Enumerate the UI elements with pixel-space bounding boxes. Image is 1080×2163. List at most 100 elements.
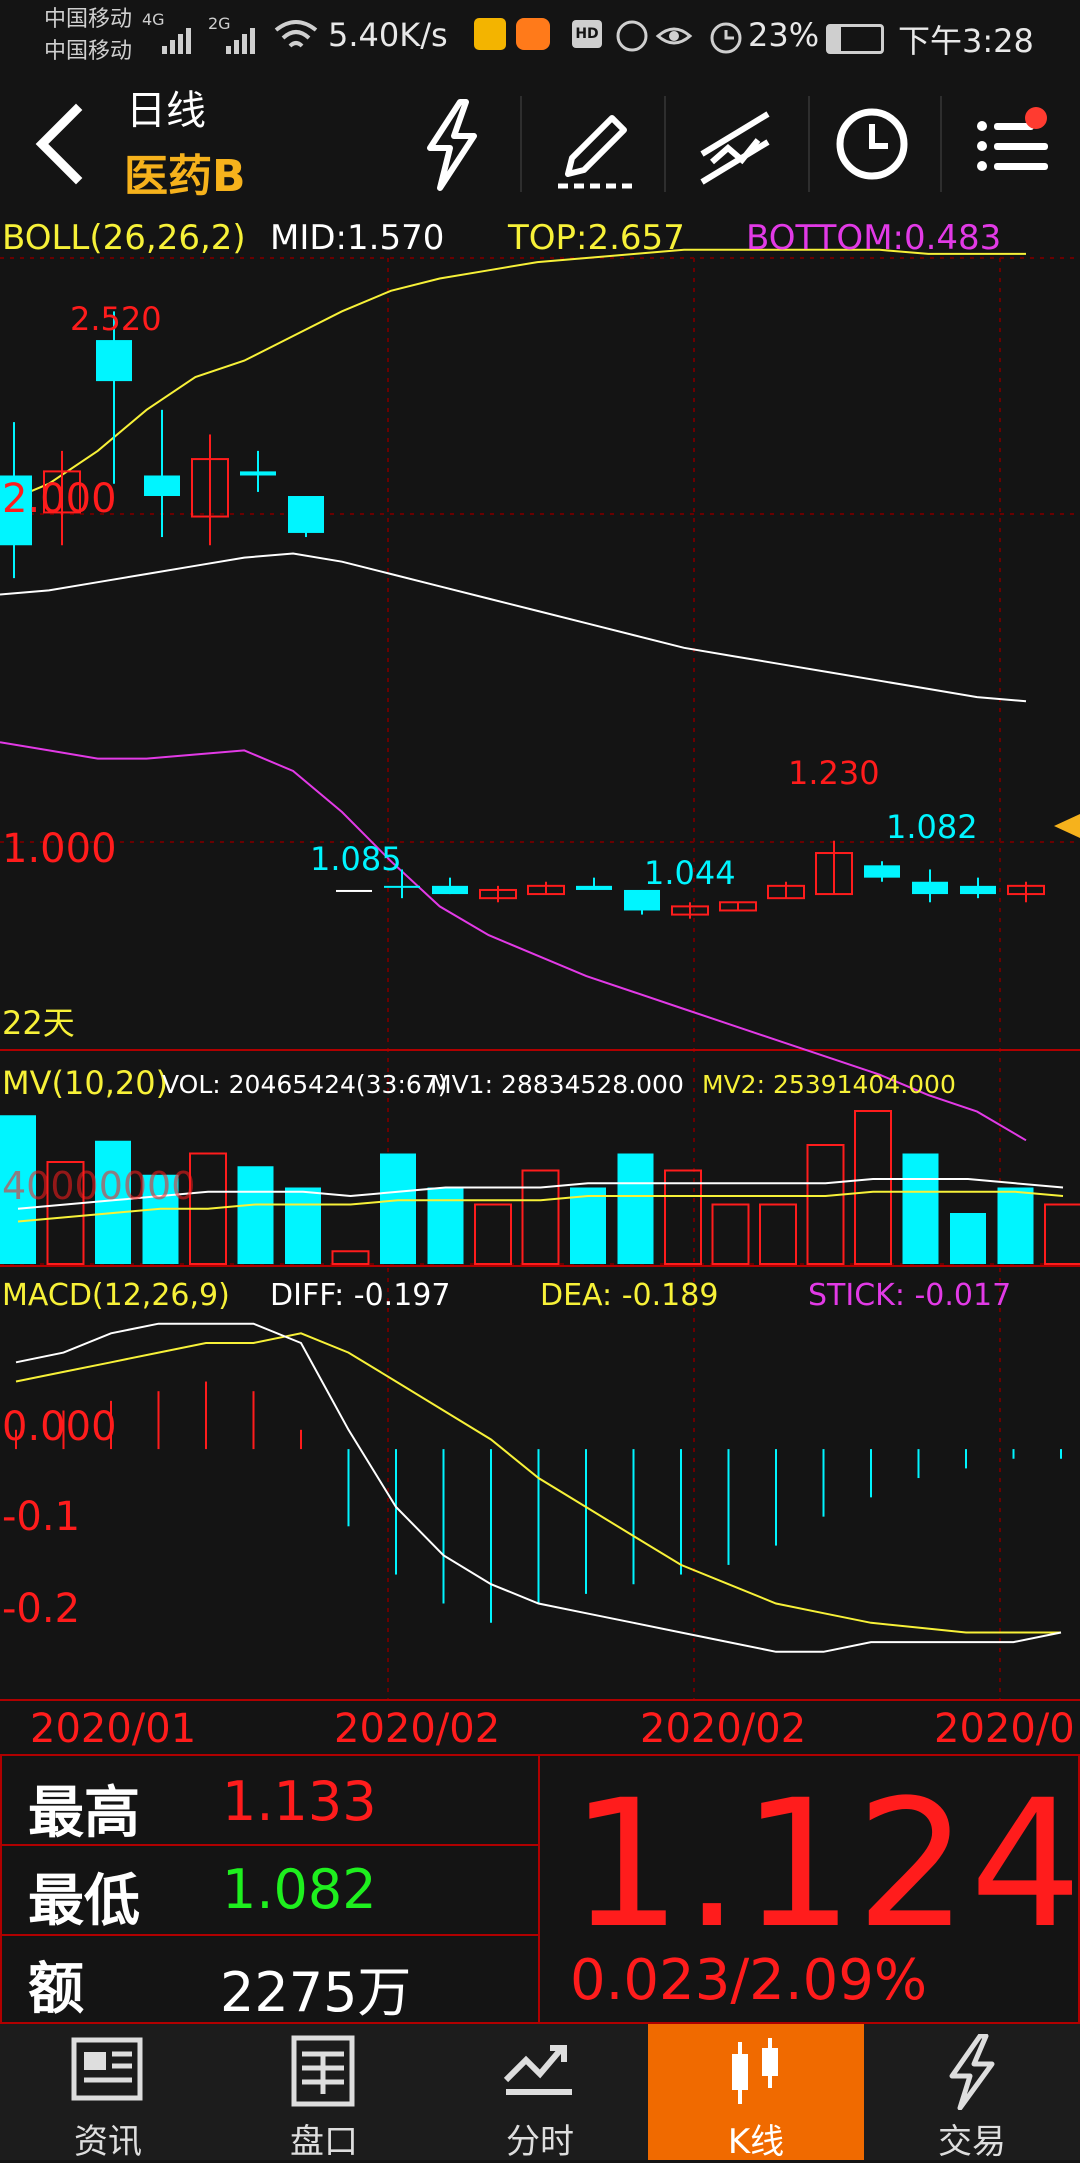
nav-label: 盘口 xyxy=(290,2122,358,2162)
amount-value: 2275万 xyxy=(220,1961,412,2024)
price-change: 0.023/2.09% xyxy=(570,1948,928,2013)
quote-panel: 最高 1.133 最低 1.082 额 2275万 1.124 0.023/2.… xyxy=(0,1754,1080,2026)
boll-mid: MID:1.570 xyxy=(270,218,445,258)
vol-mv1: MV1: 28834528.000 xyxy=(430,1070,684,1099)
nav-trade[interactable]: 交易 xyxy=(864,2024,1080,2162)
lightning-icon[interactable] xyxy=(404,96,500,192)
nav-label: 交易 xyxy=(938,2122,1006,2162)
candlestick-icon xyxy=(732,2038,778,2104)
notification-dot xyxy=(1025,107,1047,129)
nav-label: 分时 xyxy=(506,2122,574,2162)
boll-lines xyxy=(0,248,1027,1142)
price-axis-label: 1.000 xyxy=(2,826,117,872)
volume-bar xyxy=(759,1203,797,1265)
bottom-nav: 资讯 盘口 分时 K线 交易 xyxy=(0,2024,1080,2162)
battery-icon xyxy=(826,24,884,54)
macd-dea: DEA: -0.189 xyxy=(540,1278,719,1313)
low-label: 最低 xyxy=(28,1869,140,1934)
vol-label: MV(10,20) xyxy=(2,1064,169,1102)
trade-icon xyxy=(949,2034,995,2110)
high-label: 最高 xyxy=(28,1781,140,1846)
nav-news[interactable]: 资讯 xyxy=(0,2024,216,2162)
current-price-arrow-icon xyxy=(1054,814,1080,838)
macd-label: MACD(12,26,9) xyxy=(2,1278,230,1313)
pencil-icon[interactable] xyxy=(548,96,644,192)
candle-body xyxy=(624,889,660,911)
boll-top: TOP:2.657 xyxy=(508,218,685,258)
macd-diff: DIFF: -0.197 xyxy=(270,1278,451,1313)
news-icon xyxy=(71,2037,143,2101)
price-axis-label: 2.000 xyxy=(2,476,117,522)
nav-kline[interactable]: K线 xyxy=(648,2024,864,2162)
macd-plot xyxy=(15,1322,1062,1653)
hd-icon: HD xyxy=(572,20,602,48)
kline-chart[interactable]: BOLL(26,26,2) MID:1.570 TOP:2.657 BOTTOM… xyxy=(0,214,1080,1754)
vol-value: VOL: 20465424(33:67) xyxy=(162,1070,448,1099)
order-book-icon xyxy=(291,2035,355,2107)
draw-lines-icon[interactable] xyxy=(688,96,784,192)
wifi-icon xyxy=(274,20,318,48)
candle-body xyxy=(384,885,420,888)
volume-bar xyxy=(237,1166,274,1264)
boll-top-line xyxy=(0,248,1026,506)
volume-bar xyxy=(950,1213,986,1264)
uc-browser-icon xyxy=(516,18,550,50)
date-label: 2020/02 xyxy=(640,1706,807,1752)
nav-orderbook[interactable]: 盘口 xyxy=(216,2024,432,2162)
boll-label: BOLL(26,26,2) xyxy=(2,218,246,258)
status-bar: 中国移动 中国移动 4G 2G 5.40K/s HD 23% 下午3:28 xyxy=(0,0,1080,72)
volume-bar xyxy=(854,1110,892,1265)
signal-icon xyxy=(162,28,255,54)
high-value: 1.133 xyxy=(222,1770,377,1833)
kline-chart-svg xyxy=(0,248,1080,1701)
divider xyxy=(664,96,666,192)
high-mark: 2.520 xyxy=(70,300,162,338)
macd-stick: STICK: -0.017 xyxy=(808,1278,1012,1313)
page-title: 日线 xyxy=(126,88,206,134)
macd-axis-label: -0.1 xyxy=(2,1494,81,1540)
volume-bar xyxy=(570,1187,606,1264)
volume-bar xyxy=(1044,1203,1080,1265)
battery-percent: 23% xyxy=(748,16,820,54)
candle-body xyxy=(960,885,996,895)
date-label: 2020/01 xyxy=(30,1706,197,1752)
header: 日线 医药B xyxy=(0,72,1080,214)
candle-body xyxy=(288,496,324,533)
mail-icon xyxy=(474,18,506,50)
candle-body xyxy=(576,885,612,890)
vol-axis-label: 40000000 xyxy=(2,1164,196,1208)
carrier-1: 中国移动 xyxy=(44,7,133,32)
amount-label: 额 xyxy=(28,1957,84,2022)
volume-bar xyxy=(664,1169,702,1265)
menu-icon[interactable] xyxy=(966,96,1062,192)
candle-body xyxy=(240,471,276,476)
volume-bar xyxy=(427,1187,464,1264)
low-mark: 1.082 xyxy=(886,808,978,846)
stock-name: 医药B xyxy=(124,151,246,202)
back-icon[interactable] xyxy=(30,102,90,186)
clock-time: 下午3:28 xyxy=(898,22,1034,60)
date-label: 2020/0 xyxy=(934,1706,1075,1752)
volume-bar xyxy=(711,1203,750,1265)
volume-bar xyxy=(521,1169,560,1265)
volume-bar xyxy=(997,1187,1034,1264)
day-count: 22天 xyxy=(2,1004,75,1042)
intraday-icon xyxy=(503,2045,572,2095)
date-label: 2020/02 xyxy=(334,1706,501,1752)
macd-axis-label: -0.2 xyxy=(2,1586,81,1632)
divider xyxy=(520,96,522,192)
candle-body xyxy=(864,865,900,878)
carrier-2: 中国移动 xyxy=(44,39,133,64)
nav-label: K线 xyxy=(727,2122,785,2162)
nav-intraday[interactable]: 分时 xyxy=(432,2024,648,2162)
candle-body xyxy=(96,340,132,382)
volume-bar xyxy=(380,1153,416,1264)
volume-bar xyxy=(331,1250,370,1265)
candle-body xyxy=(432,885,468,895)
low-mark: 1.044 xyxy=(644,854,736,892)
high-mark: 1.230 xyxy=(788,754,880,792)
pane-dividers xyxy=(0,1049,1080,1701)
boll-mid-line xyxy=(0,552,1027,703)
candle-body xyxy=(144,475,180,497)
clock-icon[interactable] xyxy=(830,96,926,192)
